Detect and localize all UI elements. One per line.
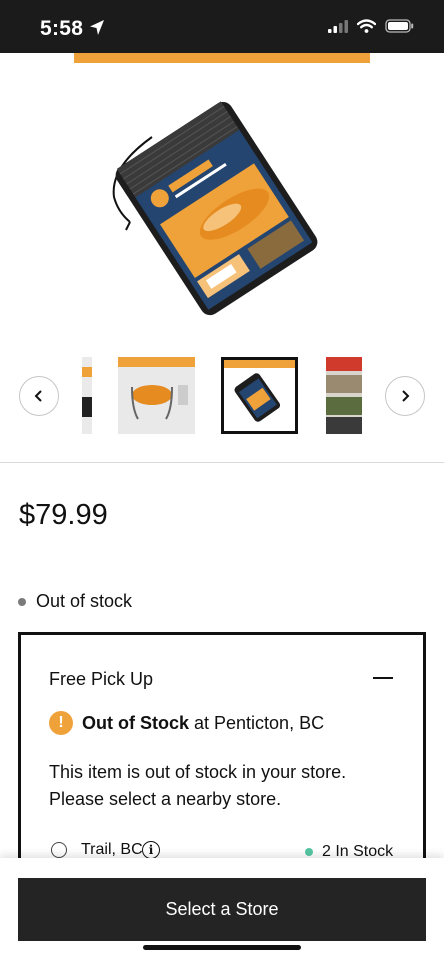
battery-icon [385,19,414,33]
select-store-button[interactable]: Select a Store [18,878,426,941]
home-indicator [143,945,301,950]
store-availability: ! Out of Stock at Penticton, BC [49,711,324,735]
stock-status: Out of stock [18,591,132,612]
status-bar: 5:58 [0,0,444,53]
thumbnail-4[interactable] [326,357,362,434]
store-radio[interactable] [51,842,67,858]
location-arrow-icon [90,20,104,35]
product-hero-image[interactable] [90,72,360,322]
collapse-icon[interactable] [373,677,393,679]
product-banner [74,53,370,63]
out-of-stock-message: This item is out of stock in your store.… [49,762,347,809]
thumbnail-3-selected[interactable] [221,357,298,434]
thumbnail-1[interactable] [82,357,92,434]
product-price: $79.99 [19,499,108,531]
stock-status-label: Out of stock [36,591,133,611]
pickup-title: Free Pick Up [49,669,154,689]
carousel-prev-button[interactable] [19,376,59,416]
signal-icon [328,19,348,33]
status-time: 5:58 [40,17,84,40]
carousel-next-button[interactable] [385,376,425,416]
warning-icon: ! [49,711,73,735]
bottom-action-bar: Select a Store [0,858,444,960]
thumbnail-2[interactable] [118,357,195,434]
in-stock-dot [305,848,313,856]
current-store-label: at Penticton, BC [189,712,325,733]
wifi-icon [357,19,376,33]
section-divider [0,462,444,463]
out-of-stock-label: Out of Stock [82,712,189,733]
pickup-panel: Free Pick Up ! Out of Stock at Penticton… [18,632,426,872]
chevron-right-icon [402,390,410,402]
stock-status-dot [18,597,26,606]
chevron-left-icon [34,390,42,402]
thumbnail-carousel [0,345,444,445]
info-icon[interactable]: i [142,841,160,859]
store-name: Trail, BC [81,841,143,858]
status-icons [328,19,414,33]
